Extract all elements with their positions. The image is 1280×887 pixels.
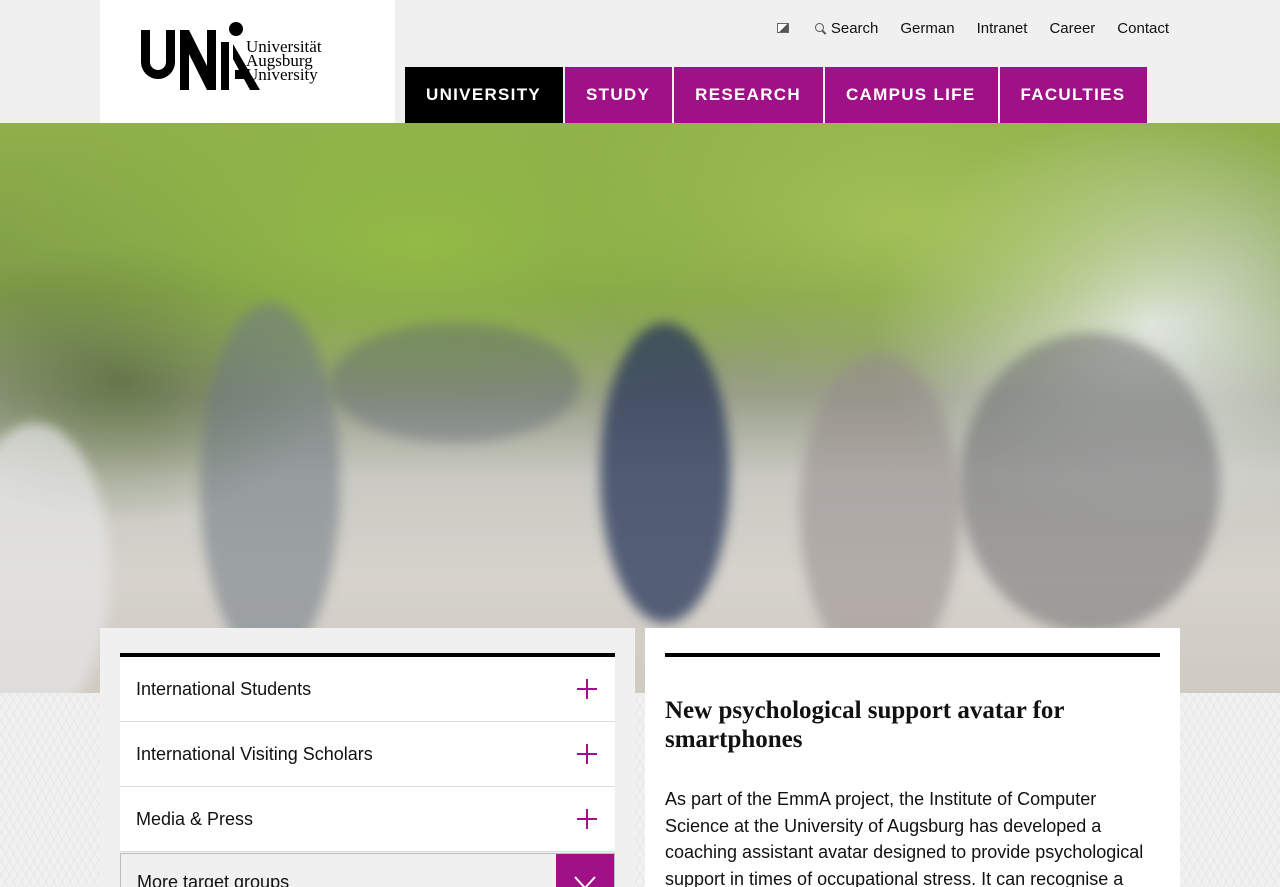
hero-figure — [960, 333, 1220, 633]
main-nav: UNIVERSITY STUDY RESEARCH CAMPUS LIFE FA… — [405, 67, 1148, 123]
chevron-down-icon — [574, 876, 596, 887]
logo[interactable]: Universität Augsburg University — [100, 0, 395, 123]
accordion-label: International Students — [136, 678, 312, 699]
search-label: Search — [830, 20, 879, 37]
plus-icon — [577, 744, 597, 764]
nav-faculties[interactable]: FACULTIES — [999, 67, 1148, 123]
news-title[interactable]: New psychological support avatar for sma… — [665, 696, 1145, 754]
intranet-link[interactable]: Intranet — [977, 20, 1028, 37]
nav-university[interactable]: UNIVERSITY — [405, 67, 564, 123]
target-groups-panel: International Students International Vis… — [100, 628, 635, 887]
hero-figure — [200, 303, 340, 663]
target-groups-accordion: International Students International Vis… — [120, 653, 615, 887]
more-target-groups-label: More target groups — [137, 872, 290, 887]
accordion-label: International Visiting Scholars — [136, 743, 373, 764]
accordion-international-students[interactable]: International Students — [120, 657, 615, 722]
more-target-groups-button[interactable]: More target groups — [120, 853, 615, 887]
accordion-media-press[interactable]: Media & Press — [120, 787, 615, 852]
accordion-international-visiting-scholars[interactable]: International Visiting Scholars — [120, 722, 615, 787]
nav-campus-life[interactable]: CAMPUS LIFE — [824, 67, 998, 123]
accordion-label: Media & Press — [136, 808, 254, 829]
hero-figure — [330, 323, 580, 443]
hero-image — [0, 123, 1280, 693]
plus-icon — [577, 679, 597, 699]
contact-link[interactable]: Contact — [1117, 20, 1169, 37]
hero-figure — [800, 353, 960, 673]
hero-figure — [0, 423, 110, 693]
news-card[interactable]: New psychological support avatar for sma… — [645, 628, 1180, 887]
search-icon — [814, 22, 827, 35]
hero-figure — [600, 323, 730, 623]
news-teaser: As part of the EmmA project, the Institu… — [665, 789, 1144, 887]
nav-study[interactable]: STUDY — [565, 67, 673, 123]
contrast-toggle[interactable] — [776, 20, 793, 37]
career-link[interactable]: Career — [1049, 20, 1095, 37]
site-header: Universität Augsburg University Search G… — [0, 0, 1280, 123]
logo-line-3: University — [246, 65, 318, 84]
nav-research[interactable]: RESEARCH — [674, 67, 823, 123]
search-link[interactable]: Search — [814, 20, 879, 37]
utility-nav: Search German Intranet Career Contact — [776, 20, 1169, 37]
plus-icon — [577, 809, 597, 829]
logo-wordmark: Universität Augsburg University — [246, 38, 322, 84]
language-link[interactable]: German — [900, 20, 954, 37]
uni-a-logo-icon — [141, 22, 260, 90]
contrast-icon — [776, 23, 789, 33]
card-divider — [665, 653, 1160, 657]
chevron-down-button[interactable] — [556, 854, 614, 887]
